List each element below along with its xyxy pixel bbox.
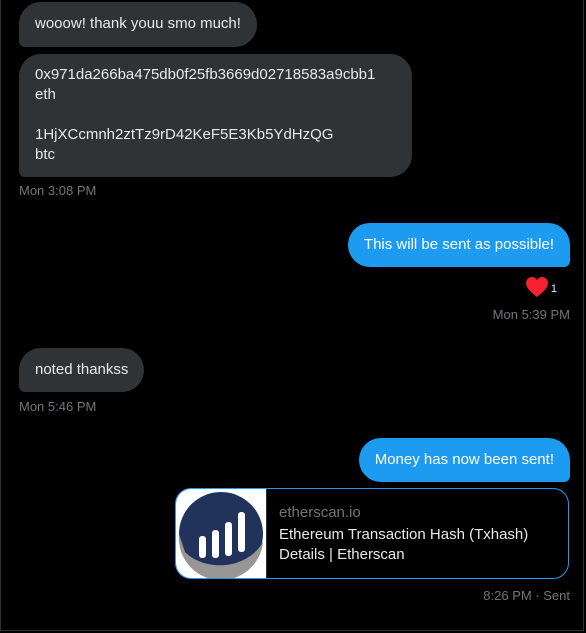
link-preview-card[interactable]: etherscan.io Ethereum Transaction Hash (… [175,488,569,579]
message-reaction[interactable]: 1 [525,276,557,298]
reaction-count: 1 [550,283,557,295]
message-bubble-incoming[interactable]: wooow! thank youu smo much! [19,2,257,47]
message-text: wooow! thank youu smo much! [35,15,241,32]
message-timestamp: Mon 5:46 PM [19,399,97,414]
message-bubble-outgoing[interactable]: This will be sent as possible! [347,223,570,267]
message-status-timestamp: 8:26 PM · Sent [483,588,570,603]
heart-icon [525,277,548,297]
message-text: eth [35,86,56,103]
eth-address-text: 0x971da266ba475db0f25fb3669d02718583a9cb… [35,66,376,83]
message-text: noted thankss [35,361,129,378]
btc-address-text: 1HjXCcmnh2ztTz9rD42KeF5E3Kb5YdHzQG [35,126,334,143]
message-text: Money has now been sent! [374,451,554,468]
link-domain: etherscan.io [279,504,361,521]
message-text: btc [35,146,56,163]
etherscan-logo-icon [178,491,263,578]
message-timestamp: Mon 3:08 PM [19,183,97,198]
message-bubble-incoming[interactable]: noted thankss [19,348,145,392]
link-title-line: Ethereum Transaction Hash (Txhash) [279,526,529,543]
message-timestamp: Mon 5:39 PM [492,307,570,322]
link-title-line: Details | Etherscan [279,546,405,563]
message-text: This will be sent as possible! [363,236,554,253]
message-bubble-incoming[interactable]: 0x971da266ba475db0f25fb3669d02718583a9cb… [19,54,412,177]
link-text-block: etherscan.io Ethereum Transaction Hash (… [267,489,540,578]
link-thumbnail [176,489,267,578]
line-break [35,105,396,125]
message-bubble-outgoing[interactable]: Money has now been sent! [358,438,570,482]
